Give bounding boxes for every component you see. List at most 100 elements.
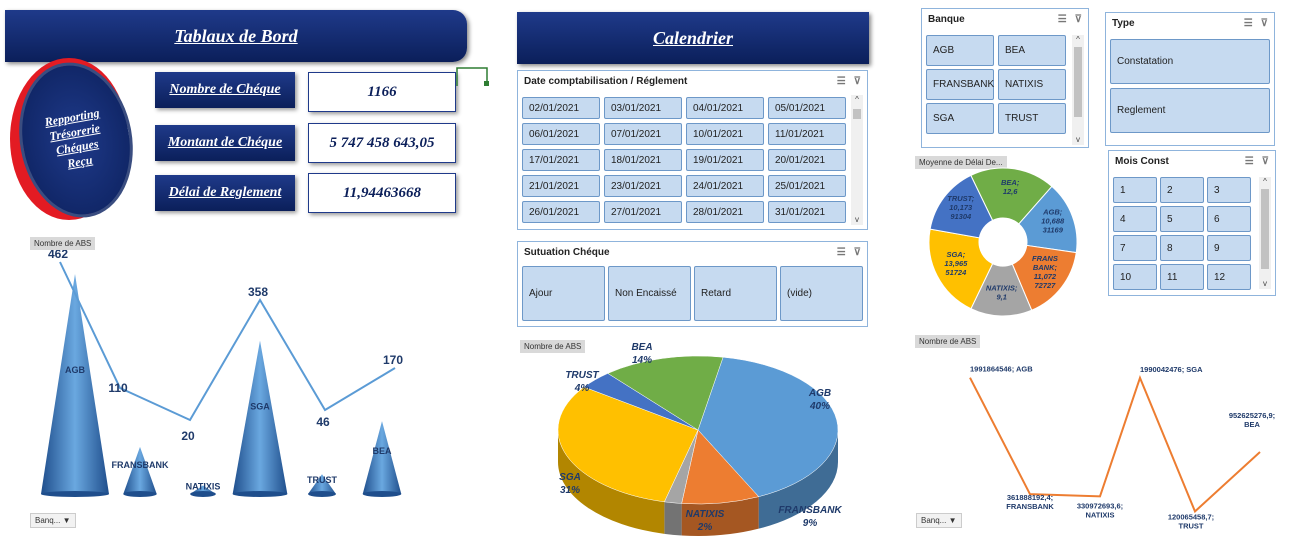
multi-select-icon[interactable]: ☰ bbox=[1244, 18, 1253, 29]
date-tile[interactable]: 07/01/2021 bbox=[604, 123, 682, 145]
multi-select-icon[interactable]: ☰ bbox=[1245, 156, 1254, 167]
banque-tile[interactable]: AGB bbox=[926, 35, 994, 66]
banque-slicer-header: Banque ☰ ⊽ bbox=[922, 9, 1088, 29]
scroll-down-icon[interactable]: v bbox=[1259, 279, 1271, 289]
mois-tile[interactable]: 4 bbox=[1113, 206, 1157, 232]
date-tile[interactable]: 10/01/2021 bbox=[686, 123, 764, 145]
situation-tile[interactable]: (vide) bbox=[780, 266, 863, 321]
line-chart: 1991864546; AGB 361888192,4; FRANSBANK 3309… bbox=[969, 365, 1275, 530]
line-series bbox=[969, 375, 1261, 514]
date-tile[interactable]: 03/01/2021 bbox=[604, 97, 682, 119]
mois-tile[interactable]: 8 bbox=[1160, 235, 1204, 261]
date-tile[interactable]: 17/01/2021 bbox=[522, 149, 600, 171]
clear-filter-icon[interactable]: ⊽ bbox=[854, 247, 861, 258]
date-tile[interactable]: 06/01/2021 bbox=[522, 123, 600, 145]
situation-tile[interactable]: Ajour bbox=[522, 266, 605, 321]
multi-select-icon[interactable]: ☰ bbox=[837, 247, 846, 258]
line-chart-filter-button[interactable]: Banq... ▼ bbox=[916, 513, 962, 528]
cone-filter-label: Banq... bbox=[35, 516, 61, 525]
pie-label-pct: 40% bbox=[809, 401, 830, 412]
kpi-label-delay: Délai de Reglement bbox=[155, 175, 295, 211]
date-tile[interactable]: 31/01/2021 bbox=[768, 201, 846, 223]
scroll-thumb[interactable] bbox=[1074, 47, 1082, 117]
dropdown-arrow-icon: ▼ bbox=[62, 516, 71, 525]
cone-value-label: 20 bbox=[181, 429, 195, 443]
kpi-value-count: 1166 bbox=[308, 72, 456, 112]
date-tile[interactable]: 23/01/2021 bbox=[604, 175, 682, 197]
date-tile[interactable]: 11/01/2021 bbox=[768, 123, 846, 145]
multi-select-icon[interactable]: ☰ bbox=[837, 76, 846, 87]
mois-tile[interactable]: 2 bbox=[1160, 177, 1204, 203]
pie-label-pct: 14% bbox=[632, 355, 652, 366]
mois-tile[interactable]: 5 bbox=[1160, 206, 1204, 232]
situation-slicer: Sutuation Chéque ☰ ⊽ Ajour Non Encaissé Ret… bbox=[517, 241, 868, 327]
clear-filter-icon[interactable]: ⊽ bbox=[1262, 156, 1269, 167]
mois-tile[interactable]: 3 bbox=[1207, 177, 1251, 203]
pie-label-name: NATIXIS bbox=[686, 509, 725, 520]
cone-value-label: 110 bbox=[108, 381, 128, 395]
cone-chart-filter-button[interactable]: Banq... ▼ bbox=[30, 513, 76, 528]
clear-filter-icon[interactable]: ⊽ bbox=[854, 76, 861, 87]
cone-category-label: NATIXIS bbox=[186, 481, 221, 491]
pie-label-name: AGB bbox=[808, 388, 831, 399]
mois-tile[interactable]: 7 bbox=[1113, 235, 1157, 261]
scroll-thumb[interactable] bbox=[1261, 189, 1269, 269]
mois-tile[interactable]: 10 bbox=[1113, 264, 1157, 290]
situation-tile[interactable]: Non Encaissé bbox=[608, 266, 691, 321]
date-tile[interactable]: 27/01/2021 bbox=[604, 201, 682, 223]
situation-tile[interactable]: Retard bbox=[694, 266, 777, 321]
donut-label: TRUST; 10,173 91304 bbox=[947, 194, 974, 221]
pie-label-pct: 4% bbox=[574, 383, 590, 394]
date-tile[interactable]: 25/01/2021 bbox=[768, 175, 846, 197]
scroll-up-icon[interactable]: ^ bbox=[1072, 35, 1084, 45]
dashboard-title: Tablaux de Bord bbox=[5, 10, 467, 62]
date-tile[interactable]: 20/01/2021 bbox=[768, 149, 846, 171]
value-line bbox=[59, 261, 396, 422]
line-data-label: 1991864546; AGB bbox=[970, 365, 1033, 374]
mois-slicer-header: Mois Const ☰ ⊽ bbox=[1109, 151, 1275, 171]
line-data-label: 361888192,4; FRANSBANK bbox=[1006, 493, 1054, 511]
banque-tile[interactable]: FRANSBANK bbox=[926, 69, 994, 100]
date-tile[interactable]: 05/01/2021 bbox=[768, 97, 846, 119]
banque-slicer-scrollbar[interactable]: ^ v bbox=[1072, 35, 1084, 145]
scroll-up-icon[interactable]: ^ bbox=[1259, 177, 1271, 187]
banque-tile[interactable]: NATIXIS bbox=[998, 69, 1066, 100]
mois-tile[interactable]: 11 bbox=[1160, 264, 1204, 290]
mois-tile[interactable]: 1 bbox=[1113, 177, 1157, 203]
mois-tile[interactable]: 6 bbox=[1207, 206, 1251, 232]
banque-tile[interactable]: BEA bbox=[998, 35, 1066, 66]
cone-base bbox=[362, 491, 402, 497]
banque-slicer: Banque ☰ ⊽ AGB BEA FRANSBANK NATIXIS SGA TRUST… bbox=[921, 8, 1089, 148]
scroll-thumb[interactable] bbox=[853, 109, 861, 119]
multi-select-icon[interactable]: ☰ bbox=[1058, 14, 1067, 25]
date-tile[interactable]: 26/01/2021 bbox=[522, 201, 600, 223]
type-tile[interactable]: Reglement bbox=[1110, 88, 1270, 133]
cone-category-label: AGB bbox=[65, 365, 86, 375]
date-tile[interactable]: 24/01/2021 bbox=[686, 175, 764, 197]
banque-tile[interactable]: SGA bbox=[926, 103, 994, 134]
date-slicer-scrollbar[interactable]: ^ v bbox=[851, 95, 863, 225]
clear-filter-icon[interactable]: ⊽ bbox=[1075, 14, 1082, 25]
date-tile[interactable]: 21/01/2021 bbox=[522, 175, 600, 197]
date-tile[interactable]: 18/01/2021 bbox=[604, 149, 682, 171]
scroll-down-icon[interactable]: v bbox=[1072, 135, 1084, 145]
date-tile[interactable]: 04/01/2021 bbox=[686, 97, 764, 119]
type-tile[interactable]: Constatation bbox=[1110, 39, 1270, 84]
line-filter-label: Banq... bbox=[921, 516, 947, 525]
pie-slice-side bbox=[664, 501, 682, 536]
cone-base bbox=[123, 491, 157, 497]
banque-tile[interactable]: TRUST bbox=[998, 103, 1066, 134]
date-tile[interactable]: 28/01/2021 bbox=[686, 201, 764, 223]
pie-chart: AGB 40% FRANSBANK 9% NATIXIS 2% SGA 31% TRUST 4% B… bbox=[557, 342, 842, 536]
mois-slicer-scrollbar[interactable]: ^ v bbox=[1259, 177, 1271, 289]
cone-base bbox=[41, 491, 109, 497]
type-slicer-title: Type bbox=[1112, 17, 1135, 29]
situation-slicer-title: Sutuation Chéque bbox=[524, 246, 610, 258]
scroll-up-icon[interactable]: ^ bbox=[851, 95, 863, 105]
clear-filter-icon[interactable]: ⊽ bbox=[1261, 18, 1268, 29]
mois-tile[interactable]: 9 bbox=[1207, 235, 1251, 261]
date-tile[interactable]: 02/01/2021 bbox=[522, 97, 600, 119]
date-tile[interactable]: 19/01/2021 bbox=[686, 149, 764, 171]
scroll-down-icon[interactable]: v bbox=[851, 215, 863, 225]
mois-tile[interactable]: 12 bbox=[1207, 264, 1251, 290]
